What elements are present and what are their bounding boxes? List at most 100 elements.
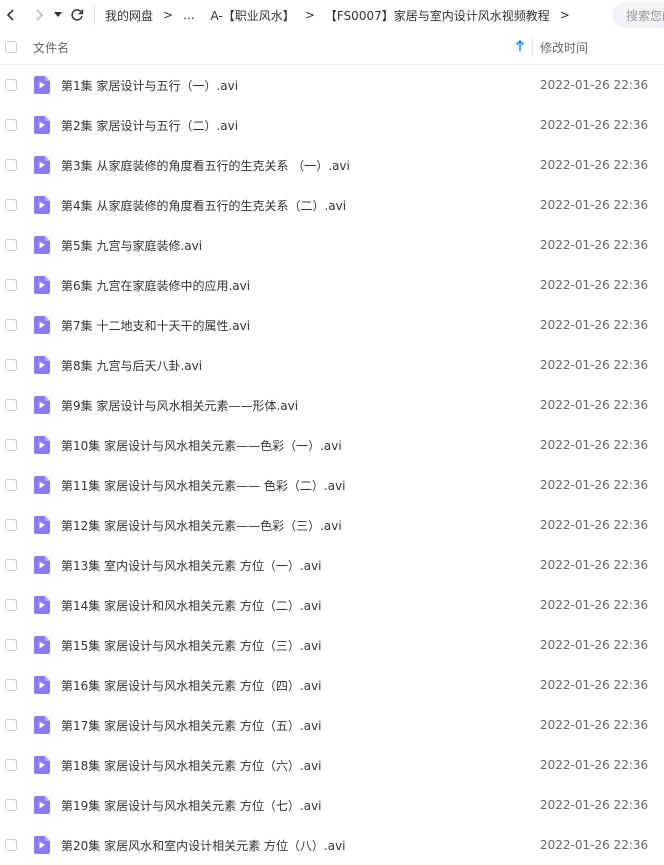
history-dropdown-button[interactable] [50,0,66,30]
row-checkbox[interactable] [5,119,17,131]
row-checkbox[interactable] [5,719,17,731]
file-name[interactable]: 第18集 家居设计与风水相关元素 方位（六）.avi [61,757,322,774]
file-modified-time: 2022-01-26 22:36 [540,198,649,212]
file-row[interactable]: 第11集 家居设计与风水相关元素—— 色彩（二）.avi 2022-01-26 2… [0,465,664,505]
breadcrumb-item-category[interactable]: A-【职业风水】 [207,7,299,24]
refresh-button[interactable] [66,0,88,30]
row-checkbox[interactable] [5,439,17,451]
file-modified-time: 2022-01-26 22:36 [540,438,649,452]
file-modified-time: 2022-01-26 22:36 [540,478,649,492]
row-checkbox[interactable] [5,839,17,851]
row-checkbox[interactable] [5,79,17,91]
file-name[interactable]: 第12集 家居设计与风水相关元素——色彩（三）.avi [61,517,342,534]
file-name[interactable]: 第6集 九宫在家庭装修中的应用.avi [61,277,250,294]
row-checkbox[interactable] [5,679,17,691]
row-checkbox[interactable] [5,319,17,331]
file-row[interactable]: 第1集 家居设计与五行（一）.avi 2022-01-26 22:36 [0,65,664,105]
row-checkbox[interactable] [5,519,17,531]
file-row[interactable]: 第14集 家居设计和风水相关元素 方位（二）.avi 2022-01-26 22:… [0,585,664,625]
file-name[interactable]: 第4集 从家庭装修的角度看五行的生克关系（二）.avi [61,197,346,214]
refresh-icon [71,9,84,21]
row-checkbox[interactable] [5,159,17,171]
forward-button[interactable] [28,0,50,30]
row-checkbox[interactable] [5,239,17,251]
file-modified-time: 2022-01-26 22:36 [540,678,649,692]
file-row[interactable]: 第9集 家居设计与风水相关元素——形体.avi 2022-01-26 22:36 [0,385,664,425]
toolbar-divider [94,5,95,25]
row-checkbox[interactable] [5,359,17,371]
file-name[interactable]: 第10集 家居设计与风水相关元素——色彩（一）.avi [61,437,342,454]
file-row[interactable]: 第19集 家居设计与风水相关元素 方位（七）.avi 2022-01-26 22:… [0,785,664,825]
file-name[interactable]: 第15集 家居设计与风水相关元素 方位（三）.avi [61,637,322,654]
search-placeholder: 搜索您的文件 [626,8,664,23]
file-row[interactable]: 第17集 家居设计与风水相关元素 方位（五）.avi 2022-01-26 22:… [0,705,664,745]
breadcrumb-item-current[interactable]: 【FS0007】家居与室内设计风水视频教程 [321,7,554,24]
column-divider[interactable] [532,38,533,56]
file-modified-time: 2022-01-26 22:36 [540,838,649,852]
video-file-icon [34,436,50,454]
file-modified-time: 2022-01-26 22:36 [540,558,649,572]
file-row[interactable]: 第10集 家居设计与风水相关元素——色彩（一）.avi 2022-01-26 22… [0,425,664,465]
file-name[interactable]: 第7集 十二地支和十天干的属性.avi [61,317,250,334]
search-input[interactable]: 搜索您的文件 [612,2,664,28]
breadcrumb-item-ellipsis[interactable]: ... [179,8,198,22]
file-row[interactable]: 第7集 十二地支和十天干的属性.avi 2022-01-26 22:36 [0,305,664,345]
file-name[interactable]: 第13集 室内设计与风水相关元素 方位（一）.avi [61,557,322,574]
row-checkbox[interactable] [5,559,17,571]
file-row[interactable]: 第3集 从家庭装修的角度看五行的生克关系 （一）.avi 2022-01-26 2… [0,145,664,185]
file-modified-time: 2022-01-26 22:36 [540,398,649,412]
select-all-checkbox[interactable] [5,41,17,53]
video-file-icon [34,396,50,414]
file-row[interactable]: 第20集 家居风水和室内设计相关元素 方位（八）.avi 2022-01-26 2… [0,825,664,865]
video-file-icon [34,676,50,694]
video-file-icon [34,716,50,734]
file-name[interactable]: 第11集 家居设计与风水相关元素—— 色彩（二）.avi [61,477,346,494]
file-name[interactable]: 第20集 家居风水和室内设计相关元素 方位（八）.avi [61,837,346,854]
sort-ascending-icon[interactable] [515,39,525,53]
file-name[interactable]: 第9集 家居设计与风水相关元素——形体.avi [61,397,298,414]
file-modified-time: 2022-01-26 22:36 [540,118,649,132]
file-name[interactable]: 第5集 九宫与家庭装修.avi [61,237,202,254]
file-name[interactable]: 第16集 家居设计与风水相关元素 方位（四）.avi [61,677,322,694]
file-row[interactable]: 第18集 家居设计与风水相关元素 方位（六）.avi 2022-01-26 22:… [0,745,664,785]
back-button[interactable] [0,0,22,30]
row-checkbox[interactable] [5,199,17,211]
file-modified-time: 2022-01-26 22:36 [540,718,649,732]
row-checkbox[interactable] [5,479,17,491]
file-name[interactable]: 第8集 九宫与后天八卦.avi [61,357,202,374]
file-name[interactable]: 第3集 从家庭装修的角度看五行的生克关系 （一）.avi [61,157,350,174]
file-modified-time: 2022-01-26 22:36 [540,238,649,252]
file-name[interactable]: 第19集 家居设计与风水相关元素 方位（七）.avi [61,797,322,814]
file-row[interactable]: 第15集 家居设计与风水相关元素 方位（三）.avi 2022-01-26 22:… [0,625,664,665]
file-row[interactable]: 第2集 家居设计与五行（二）.avi 2022-01-26 22:36 [0,105,664,145]
file-modified-time: 2022-01-26 22:36 [540,278,649,292]
column-header-name[interactable]: 文件名 [33,39,503,56]
file-name[interactable]: 第14集 家居设计和风水相关元素 方位（二）.avi [61,597,322,614]
row-checkbox[interactable] [5,599,17,611]
file-row[interactable]: 第13集 室内设计与风水相关元素 方位（一）.avi 2022-01-26 22:… [0,545,664,585]
file-modified-time: 2022-01-26 22:36 [540,158,649,172]
file-name[interactable]: 第17集 家居设计与风水相关元素 方位（五）.avi [61,717,322,734]
row-checkbox[interactable] [5,759,17,771]
video-file-icon [34,196,50,214]
file-name[interactable]: 第1集 家居设计与五行（一）.avi [61,77,238,94]
file-row[interactable]: 第4集 从家庭装修的角度看五行的生克关系（二）.avi 2022-01-26 22… [0,185,664,225]
row-checkbox[interactable] [5,279,17,291]
row-checkbox[interactable] [5,639,17,651]
video-file-icon [34,236,50,254]
file-row[interactable]: 第8集 九宫与后天八卦.avi 2022-01-26 22:36 [0,345,664,385]
file-row[interactable]: 第5集 九宫与家庭装修.avi 2022-01-26 22:36 [0,225,664,265]
file-row[interactable]: 第12集 家居设计与风水相关元素——色彩（三）.avi 2022-01-26 22… [0,505,664,545]
toolbar: 我的网盘 > ... A-【职业风水】 > 【FS0007】家居与室内设计风水视… [0,0,664,30]
file-row[interactable]: 第6集 九宫在家庭装修中的应用.avi 2022-01-26 22:36 [0,265,664,305]
file-row[interactable]: 第16集 家居设计与风水相关元素 方位（四）.avi 2022-01-26 22:… [0,665,664,705]
video-file-icon [34,76,50,94]
row-checkbox[interactable] [5,399,17,411]
file-name[interactable]: 第2集 家居设计与五行（二）.avi [61,117,238,134]
file-modified-time: 2022-01-26 22:36 [540,758,649,772]
column-header-modified-time[interactable]: 修改时间 [540,39,588,56]
row-checkbox[interactable] [5,799,17,811]
caret-down-icon [54,12,62,17]
breadcrumb-item-root[interactable]: 我的网盘 [101,7,157,24]
video-file-icon [34,556,50,574]
